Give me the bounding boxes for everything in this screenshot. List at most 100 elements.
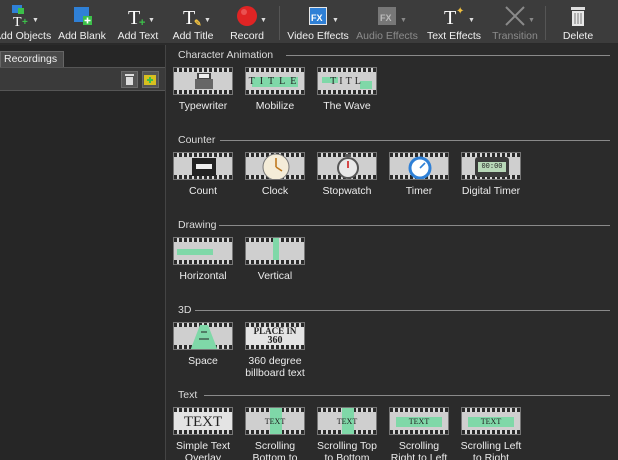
effect-label: Timer bbox=[405, 185, 433, 197]
add-blank-icon bbox=[74, 7, 92, 25]
text-effects-label: Text Effects bbox=[426, 30, 482, 42]
audio-effects-icon: FX bbox=[378, 7, 396, 25]
effect-label: Typewriter bbox=[178, 100, 228, 112]
effect-mobilize[interactable]: TITLE Mobilize bbox=[244, 67, 306, 112]
effect-thumbnail: PLACE IN 360 bbox=[245, 322, 305, 350]
effect-360-billboard[interactable]: PLACE IN 360 360 degree billboard text bbox=[244, 322, 306, 379]
effect-scrolling-bottom-to-top[interactable]: TEXT Scrolling Bottom to Top bbox=[244, 407, 306, 460]
effect-thumbnail bbox=[389, 152, 449, 180]
effect-stopwatch[interactable]: Stopwatch bbox=[316, 152, 378, 197]
toolbar-divider bbox=[545, 6, 546, 40]
effect-thumbnail: TEXT bbox=[389, 407, 449, 435]
add-title-button[interactable]: T ✎ ▼ Add Title bbox=[170, 2, 216, 42]
thumb-text: TITLE bbox=[248, 76, 302, 87]
effect-horizontal[interactable]: Horizontal bbox=[172, 237, 234, 282]
effect-simple-text-overlay[interactable]: TEXT Simple Text Overlay bbox=[172, 407, 234, 460]
effect-clock[interactable]: Clock bbox=[244, 152, 306, 197]
record-label: Record bbox=[230, 30, 264, 42]
effect-timer[interactable]: Timer bbox=[388, 152, 450, 197]
chevron-down-icon[interactable]: ▼ bbox=[332, 17, 339, 24]
effects-gallery: Character Animation Typewriter TITLE Mob… bbox=[167, 45, 618, 460]
effect-thumbnail bbox=[245, 237, 305, 265]
chevron-down-icon[interactable]: ▼ bbox=[528, 17, 535, 24]
effect-scrolling-left-to-right[interactable]: TEXT Scrolling Left to Right bbox=[460, 407, 522, 460]
effect-scrolling-top-to-bottom[interactable]: TEXT Scrolling Top to Bottom bbox=[316, 407, 378, 460]
chevron-down-icon[interactable]: ▼ bbox=[148, 17, 155, 24]
effect-thumbnail: TITL bbox=[317, 67, 377, 95]
audio-effects-label: Audio Effects bbox=[356, 30, 418, 42]
effect-thumbnail: TITLE bbox=[245, 67, 305, 95]
transition-button[interactable]: ▼ Transition bbox=[490, 2, 540, 42]
add-blank-label: Add Blank bbox=[58, 30, 106, 42]
thumb-text: 00:00 bbox=[478, 162, 506, 172]
toolbar: T + ▼ Add Objects Add Blank T + ▼ Add Te… bbox=[0, 0, 618, 44]
section-title: Text bbox=[178, 389, 198, 401]
add-objects-button[interactable]: T + ▼ Add Objects bbox=[0, 2, 51, 42]
thumb-text: 360 bbox=[267, 335, 283, 346]
effect-label: Scrolling Top to Bottom bbox=[317, 440, 377, 460]
effect-count[interactable]: Count bbox=[172, 152, 234, 197]
record-icon bbox=[237, 6, 257, 26]
video-effects-label: Video Effects bbox=[287, 30, 349, 42]
section-title: Drawing bbox=[178, 219, 217, 231]
delete-label: Delete bbox=[562, 30, 594, 42]
effect-vertical[interactable]: Vertical bbox=[244, 237, 306, 282]
horizontal-line-icon bbox=[177, 249, 213, 255]
thumb-text: TEXT bbox=[264, 417, 286, 426]
video-effects-button[interactable]: FX ▼ Video Effects bbox=[286, 2, 350, 42]
section-title: Character Animation bbox=[178, 49, 274, 61]
effect-label: The Wave bbox=[323, 100, 371, 112]
add-text-button[interactable]: T + ▼ Add Text bbox=[114, 2, 162, 42]
chevron-down-icon[interactable]: ▼ bbox=[260, 17, 267, 24]
effect-typewriter[interactable]: Typewriter bbox=[172, 67, 234, 112]
effect-thumbnail: TEXT bbox=[245, 407, 305, 435]
svg-text:T: T bbox=[444, 7, 456, 28]
effect-thumbnail bbox=[173, 237, 233, 265]
effect-thumbnail bbox=[317, 152, 377, 180]
svg-text:+: + bbox=[22, 17, 28, 28]
effect-the-wave[interactable]: TITL The Wave bbox=[316, 67, 378, 112]
effect-label: Space bbox=[188, 355, 218, 367]
effect-label: Simple Text Overlay bbox=[175, 440, 231, 460]
svg-text:FX: FX bbox=[311, 13, 323, 23]
section-divider bbox=[195, 310, 610, 311]
timer-icon bbox=[408, 156, 432, 179]
stopwatch-icon bbox=[337, 154, 359, 179]
section-divider bbox=[219, 225, 610, 226]
effect-scrolling-right-to-left[interactable]: TEXT Scrolling Right to Left bbox=[388, 407, 450, 460]
effect-thumbnail bbox=[173, 322, 233, 350]
add-blank-button[interactable]: Add Blank bbox=[58, 2, 106, 42]
effect-thumbnail: TEXT bbox=[317, 407, 377, 435]
effect-label: Scrolling Right to Left bbox=[390, 440, 448, 460]
effect-digital-timer[interactable]: 00:00 Digital Timer bbox=[460, 152, 522, 197]
effect-thumbnail bbox=[245, 152, 305, 180]
add-folder-icon bbox=[144, 75, 156, 85]
effect-thumbnail: 00:00 bbox=[461, 152, 521, 180]
chevron-down-icon[interactable]: ▼ bbox=[468, 17, 475, 24]
text-effects-button[interactable]: T ✦ ▼ Text Effects bbox=[424, 2, 484, 42]
chevron-down-icon[interactable]: ▼ bbox=[204, 17, 211, 24]
effect-thumbnail: TEXT bbox=[461, 407, 521, 435]
add-text-label: Add Text bbox=[117, 30, 159, 42]
chevron-down-icon[interactable]: ▼ bbox=[32, 17, 39, 24]
section-title: 3D bbox=[178, 304, 192, 316]
delete-recording-button[interactable] bbox=[121, 71, 138, 88]
record-button[interactable]: ▼ Record bbox=[226, 2, 268, 42]
delete-button[interactable]: Delete bbox=[556, 2, 600, 42]
effect-label: Scrolling Left to Right bbox=[460, 440, 522, 460]
chevron-down-icon[interactable]: ▼ bbox=[400, 17, 407, 24]
audio-effects-button[interactable]: FX ▼ Audio Effects bbox=[356, 2, 418, 42]
recordings-panel: Recordings bbox=[0, 45, 166, 460]
svg-text:+: + bbox=[139, 17, 145, 28]
tab-recordings[interactable]: Recordings bbox=[0, 51, 64, 67]
thumb-text: TEXT bbox=[183, 414, 223, 430]
svg-text:FX: FX bbox=[380, 13, 392, 23]
effect-label: Mobilize bbox=[255, 100, 295, 112]
effect-label: 360 degree billboard text bbox=[245, 355, 305, 379]
effect-space[interactable]: Space bbox=[172, 322, 234, 367]
trash-icon bbox=[125, 74, 134, 85]
transition-icon bbox=[505, 6, 525, 26]
section-divider bbox=[286, 55, 610, 56]
toolbar-divider bbox=[279, 6, 280, 40]
add-recording-button[interactable] bbox=[142, 71, 159, 88]
